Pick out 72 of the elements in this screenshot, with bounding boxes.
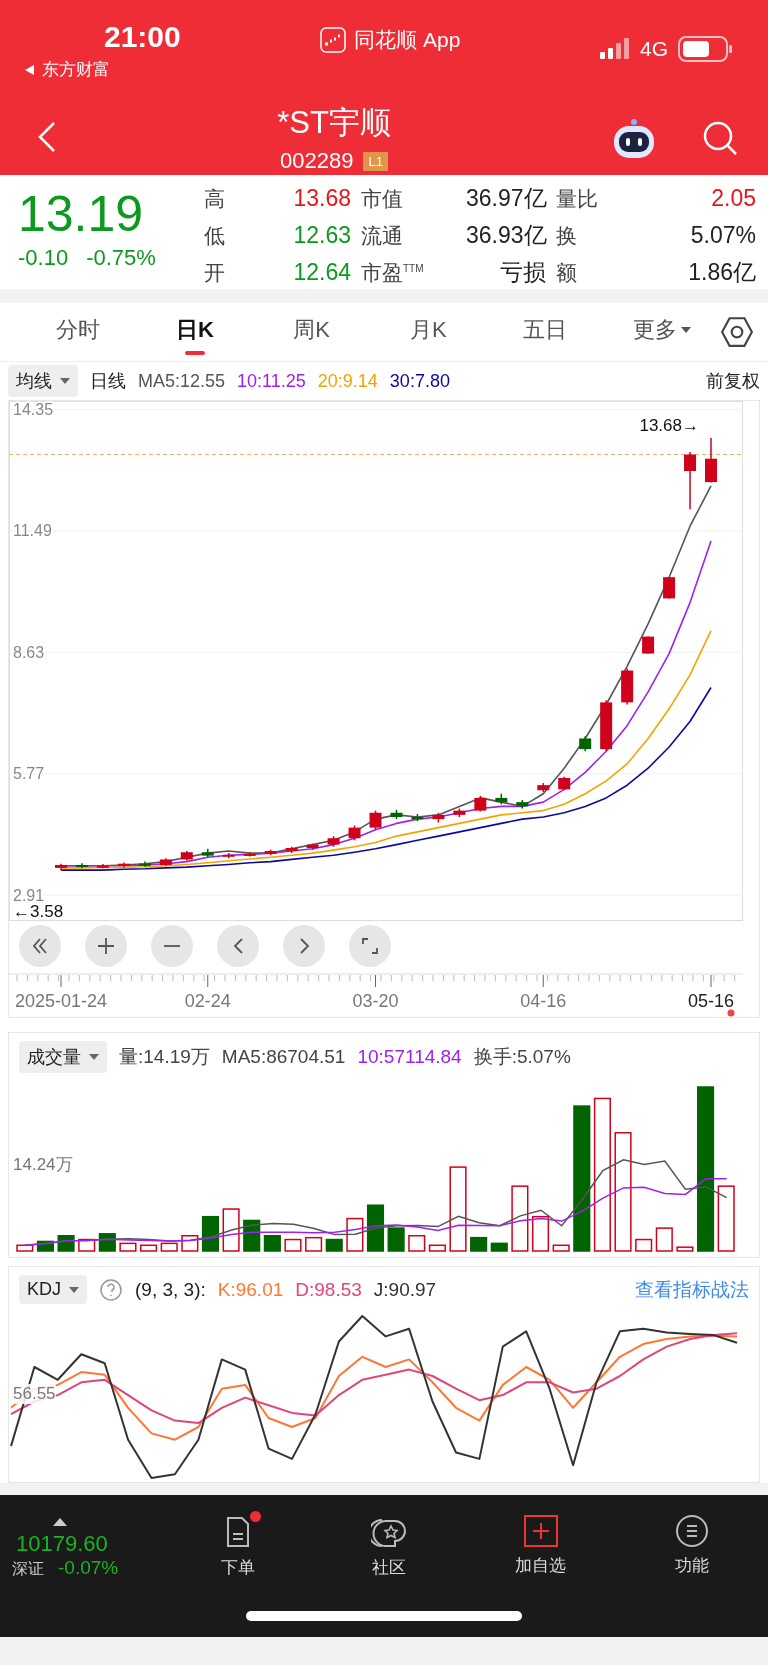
- axis-label: 8.63: [13, 643, 45, 661]
- axis-label: 11.49: [13, 522, 52, 540]
- date-label: 04-16: [520, 991, 567, 1011]
- kdj-reading: K:96.01: [217, 1278, 284, 1301]
- date-label: 2025-01-24: [14, 991, 108, 1011]
- toolbar-item[interactable]: 社区: [313, 1513, 465, 1580]
- stat-label: 市值: [361, 185, 404, 212]
- stat-label: 换: [556, 222, 578, 249]
- stat-label: 量比: [556, 185, 599, 212]
- toolbar-item[interactable]: 加自选: [465, 1513, 617, 1578]
- high-price-label: 13.68→: [639, 416, 699, 435]
- date-label: 05-16: [688, 991, 734, 1011]
- volume-reading: 10:57114.84: [357, 1046, 462, 1068]
- toolbar-item[interactable]: 下单: [162, 1513, 314, 1580]
- ma-reading: 30:7.80: [389, 370, 450, 392]
- stat-value: 12.64: [292, 259, 351, 286]
- index-name: 深证: [12, 1559, 44, 1579]
- ma-reading: 10:11.25: [237, 370, 306, 392]
- stat-value: 2.05: [710, 185, 756, 212]
- volume-dropdown[interactable]: 成交量: [19, 1041, 107, 1073]
- stat-value: 13.68: [292, 185, 351, 212]
- period-tab[interactable]: 五日: [486, 307, 604, 357]
- indicator-dropdown[interactable]: 均线: [8, 365, 78, 397]
- low-price-label: ←3.58: [13, 902, 64, 921]
- stat-value: 36.97亿: [466, 184, 546, 213]
- date-label: 03-20: [352, 991, 399, 1011]
- strategy-link[interactable]: 查看指标战法: [635, 1276, 749, 1303]
- stat-value: 36.93亿: [466, 221, 546, 250]
- toolbar-item[interactable]: 功能: [616, 1513, 768, 1578]
- stock-code: 002289: [280, 148, 354, 174]
- index-change: -0.07%: [58, 1557, 119, 1579]
- axis-label: 2.91: [13, 886, 45, 904]
- axis-label: 56.55: [13, 1384, 56, 1404]
- current-price: 13.19: [18, 185, 145, 244]
- change-percent: -0.75%: [86, 245, 156, 271]
- period-tab[interactable]: 月K: [370, 307, 487, 357]
- stat-label: 流通: [361, 222, 404, 249]
- period-tab[interactable]: 周K: [253, 307, 370, 357]
- level-badge: L1: [363, 151, 388, 171]
- kdj-dropdown[interactable]: KDJ: [19, 1275, 87, 1304]
- volume-reading: MA5:86704.51: [221, 1046, 346, 1068]
- axis-label: 14.35: [13, 401, 54, 418]
- stat-value: 亏损: [499, 258, 546, 287]
- ma-reading: 20:9.14: [317, 370, 378, 392]
- stat-label: 额: [556, 259, 578, 286]
- price-change: -0.10: [18, 245, 69, 271]
- app-name: 同花顺 App: [354, 27, 461, 53]
- stat-label: 市盈$^{TTM}$: [361, 259, 425, 286]
- stat-value: 5.07%: [689, 222, 756, 249]
- axis-label: 5.77: [13, 765, 45, 783]
- kdj-reading: J:90.97: [373, 1278, 437, 1301]
- period-tab[interactable]: 更多: [603, 307, 721, 357]
- stat-value: 12.63: [292, 222, 351, 249]
- stat-label: 高: [204, 185, 226, 212]
- volume-reading: 换手:5.07%: [473, 1045, 571, 1069]
- period-label: 日线: [90, 370, 126, 393]
- status-time: 21:00: [104, 20, 181, 54]
- stock-name: *ST宇顺: [277, 104, 391, 142]
- network-type: 4G: [639, 37, 668, 61]
- kdj-params: (9, 3, 3):: [135, 1278, 206, 1301]
- index-value: 10179.60: [16, 1531, 108, 1557]
- period-tab[interactable]: 日K: [136, 307, 254, 357]
- ma-reading: MA5:12.55: [138, 370, 226, 392]
- back-app-link[interactable]: 东方财富: [42, 58, 110, 81]
- period-tab[interactable]: 分时: [20, 307, 137, 357]
- adjustment-label[interactable]: 前复权: [706, 369, 760, 393]
- volume-reading: 量:14.19万: [119, 1045, 210, 1069]
- stat-label: 低: [204, 222, 226, 249]
- stat-label: 开: [204, 259, 226, 286]
- kdj-reading: D:98.53: [295, 1278, 362, 1301]
- date-label: 02-24: [184, 991, 231, 1011]
- stat-value: 1.86亿: [687, 258, 756, 287]
